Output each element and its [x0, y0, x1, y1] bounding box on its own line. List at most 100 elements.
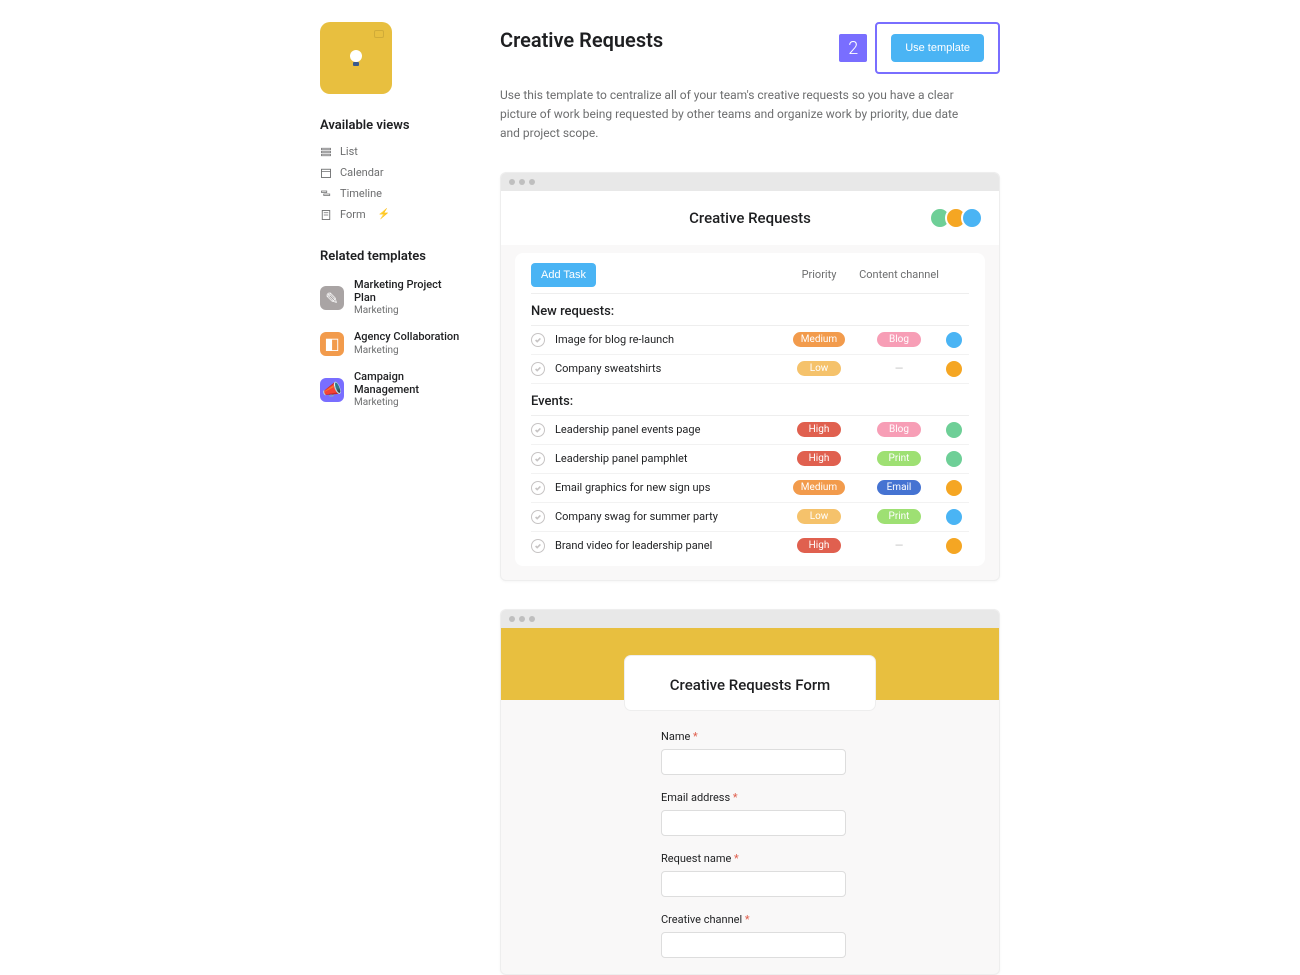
related-template-item[interactable]: 📣 Campaign ManagementMarketing — [320, 364, 460, 416]
assignee-avatar — [946, 361, 962, 377]
task-name: Email graphics for new sign ups — [555, 481, 779, 494]
template-description: Use this template to centralize all of y… — [500, 86, 970, 144]
form-icon — [320, 209, 332, 221]
callout-use-template: 2 Use template — [839, 22, 1000, 74]
task-check-icon[interactable] — [531, 510, 545, 524]
views-list: List Calendar Timeline Form ⚡ — [320, 141, 460, 225]
task-check-icon[interactable] — [531, 333, 545, 347]
channel-pill: Print — [877, 509, 921, 524]
lightbulb-icon — [344, 46, 368, 70]
calendar-icon — [320, 167, 332, 179]
priority-pill: High — [797, 538, 841, 553]
task-row[interactable]: Leadership panel events page High Blog — [531, 416, 969, 445]
related-template-name: Marketing Project Plan — [354, 278, 460, 304]
related-template-category: Marketing — [354, 304, 460, 318]
lightning-icon: ⚡ — [378, 209, 390, 220]
field-input[interactable] — [661, 871, 846, 897]
task-row[interactable]: Image for blog re-launch Medium Blog — [531, 326, 969, 355]
view-item-calendar[interactable]: Calendar — [320, 162, 460, 183]
window-titlebar — [501, 173, 999, 191]
priority-pill: Low — [797, 361, 841, 376]
channel-pill: Email — [877, 480, 921, 495]
use-template-button[interactable]: Use template — [891, 34, 984, 62]
task-check-icon[interactable] — [531, 452, 545, 466]
field-input[interactable] — [661, 749, 846, 775]
field-label: Name * — [661, 730, 839, 743]
task-name: Leadership panel pamphlet — [555, 452, 779, 465]
preview-form-window: Creative Requests Form Name * Email addr… — [500, 609, 1000, 975]
priority-pill: Medium — [793, 332, 845, 347]
add-task-button[interactable]: Add Task — [531, 263, 596, 287]
assignee-avatar — [946, 332, 962, 348]
assignee-avatar — [946, 509, 962, 525]
field-input[interactable] — [661, 932, 846, 958]
view-label: Form — [340, 208, 366, 221]
form-field: Creative channel * — [661, 913, 839, 958]
assignee-avatar — [946, 451, 962, 467]
form-field: Name * — [661, 730, 839, 775]
task-list-header-row: Add Task Priority Content channel — [531, 263, 969, 294]
channel-pill: Blog — [877, 332, 921, 347]
preview-avatars — [935, 207, 983, 229]
task-row[interactable]: Brand video for leadership panel High — — [531, 532, 969, 560]
timeline-icon — [320, 188, 332, 200]
task-name: Company sweatshirts — [555, 362, 779, 375]
priority-pill: Medium — [793, 480, 845, 495]
empty-cell: — — [895, 539, 904, 552]
list-icon — [320, 146, 332, 158]
template-hero-icon — [320, 22, 392, 94]
related-template-icon: ◧ — [320, 332, 344, 356]
task-name: Image for blog re-launch — [555, 333, 779, 346]
callout-highlight-box: Use template — [875, 22, 1000, 74]
related-template-icon: ✎ — [320, 286, 344, 310]
task-check-icon[interactable] — [531, 539, 545, 553]
preview-list-title: Creative Requests — [689, 209, 811, 227]
related-templates-list: ✎ Marketing Project PlanMarketing◧ Agenc… — [320, 272, 460, 416]
column-channel: Content channel — [859, 268, 939, 281]
callout-number-badge: 2 — [839, 34, 867, 62]
required-asterisk: * — [734, 852, 739, 865]
template-title: Creative Requests — [500, 28, 663, 52]
field-label: Email address * — [661, 791, 839, 804]
template-sidebar: Available views ListCalendarTimelineForm… — [320, 22, 460, 975]
related-template-category: Marketing — [354, 396, 460, 410]
channel-pill: Print — [877, 451, 921, 466]
priority-pill: Low — [797, 509, 841, 524]
task-check-icon[interactable] — [531, 481, 545, 495]
assignee-avatar — [946, 422, 962, 438]
column-priority: Priority — [779, 268, 859, 281]
related-template-name: Agency Collaboration — [354, 330, 459, 343]
task-check-icon[interactable] — [531, 423, 545, 437]
task-check-icon[interactable] — [531, 362, 545, 376]
assignee-avatar — [946, 538, 962, 554]
task-row[interactable]: Email graphics for new sign ups Medium E… — [531, 474, 969, 503]
view-label: Timeline — [340, 187, 382, 200]
priority-pill: High — [797, 422, 841, 437]
field-input[interactable] — [661, 810, 846, 836]
view-item-list[interactable]: List — [320, 141, 460, 162]
section-header: New requests: — [531, 294, 969, 326]
view-label: List — [340, 145, 358, 158]
related-templates-heading: Related templates — [320, 249, 460, 264]
related-template-item[interactable]: ✎ Marketing Project PlanMarketing — [320, 272, 460, 324]
preview-list-window: Creative Requests Add Task Priority Cont… — [500, 172, 1000, 581]
empty-cell: — — [895, 362, 904, 375]
task-row[interactable]: Leadership panel pamphlet High Print — [531, 445, 969, 474]
required-asterisk: * — [693, 730, 698, 743]
required-asterisk: * — [733, 791, 738, 804]
task-name: Brand video for leadership panel — [555, 539, 779, 552]
related-template-item[interactable]: ◧ Agency CollaborationMarketing — [320, 324, 460, 363]
avatar — [961, 207, 983, 229]
priority-pill: High — [797, 451, 841, 466]
form-title-card: Creative Requests Form — [625, 656, 875, 710]
task-sections: New requests: Image for blog re-launch M… — [531, 294, 969, 560]
field-label: Creative channel * — [661, 913, 839, 926]
related-template-name: Campaign Management — [354, 370, 460, 396]
view-item-timeline[interactable]: Timeline — [320, 183, 460, 204]
task-row[interactable]: Company swag for summer party Low Print — [531, 503, 969, 532]
preview-list-header: Creative Requests — [501, 191, 999, 245]
task-row[interactable]: Company sweatshirts Low — — [531, 355, 969, 384]
window-titlebar — [501, 610, 999, 628]
view-item-form[interactable]: Form ⚡ — [320, 204, 460, 225]
view-label: Calendar — [340, 166, 384, 179]
